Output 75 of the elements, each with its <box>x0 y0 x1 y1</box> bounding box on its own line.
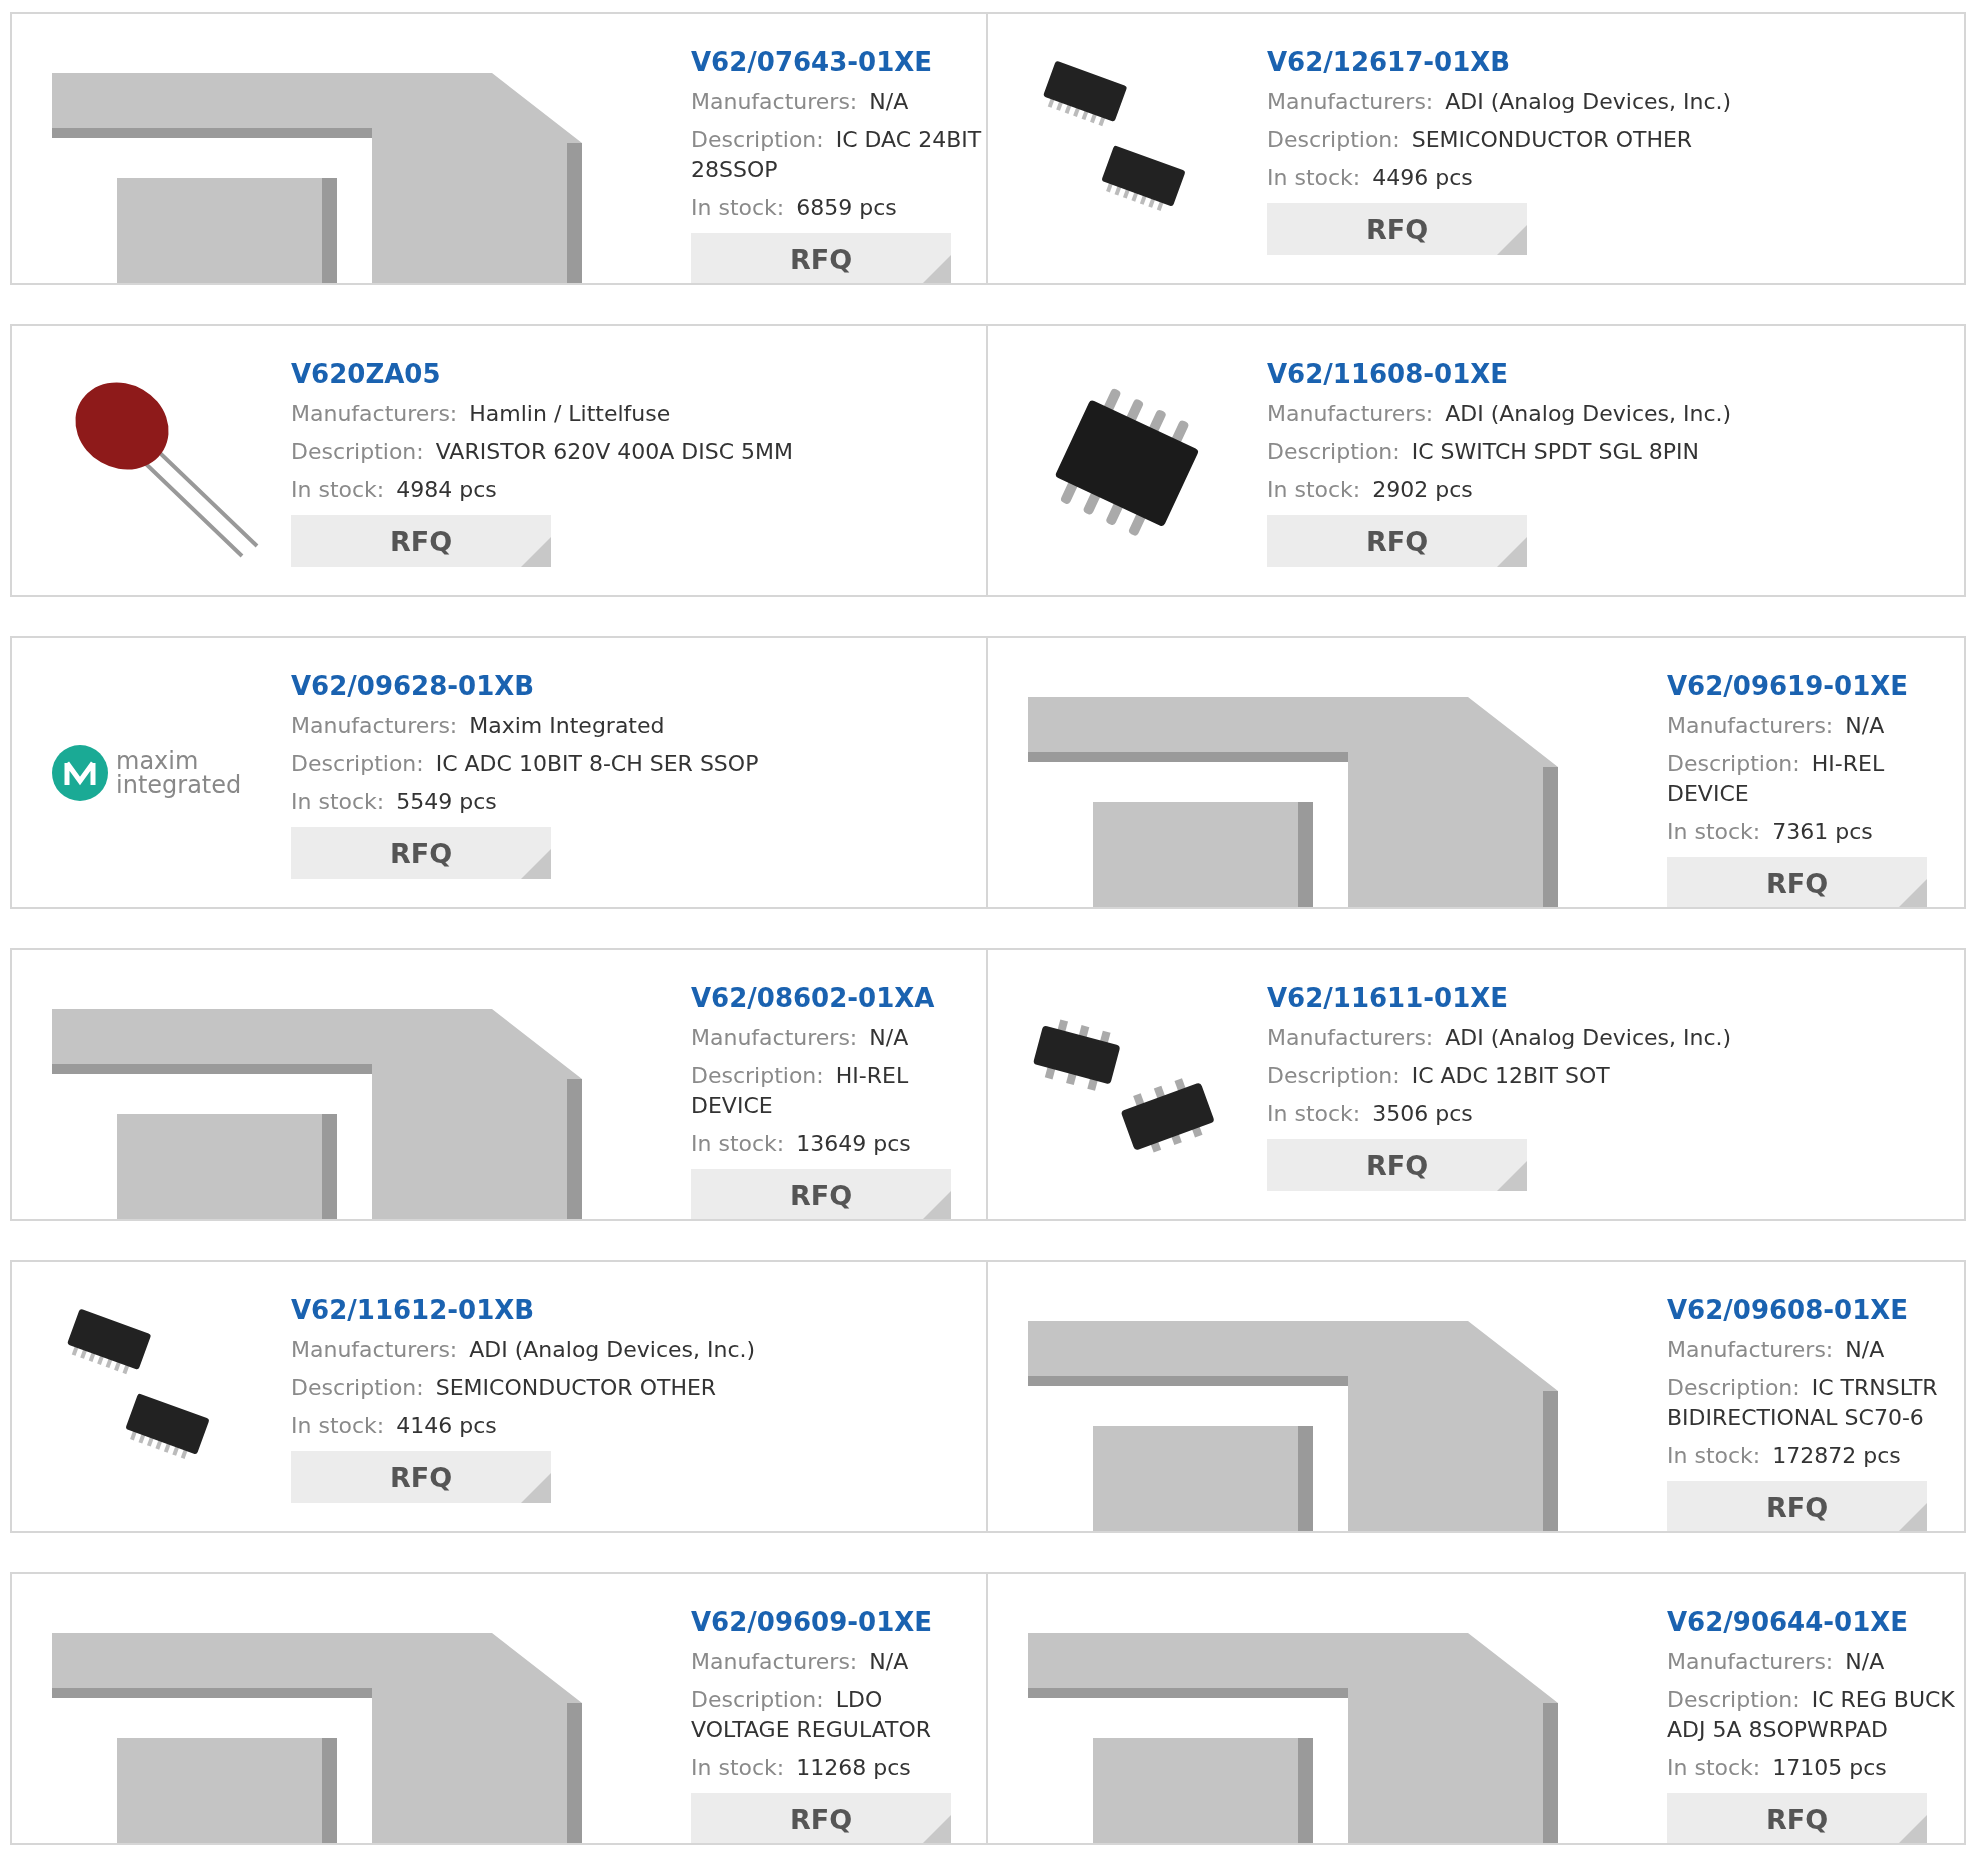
corner-triangle-icon <box>521 849 551 879</box>
part-number-link[interactable]: V62/08602-01XA <box>691 983 935 1013</box>
product-detail: Description: HI-REL DEVICE <box>1667 750 1886 808</box>
product-detail: Manufacturers: N/A <box>1667 1336 1886 1364</box>
product-detail: Description: IC ADC 12BIT SOT <box>1267 1062 1611 1090</box>
product-detail: Manufacturers: N/A <box>691 88 910 116</box>
rfq-button[interactable]: RFQ <box>1667 1481 1927 1531</box>
product-detail: Description: IC SWITCH SPDT SGL 8PIN <box>1267 438 1700 466</box>
product-detail: In stock: 4146 pcs <box>291 1412 498 1440</box>
rfq-button[interactable]: RFQ <box>691 1169 951 1219</box>
product-detail: In stock: 6859 pcs <box>691 194 898 222</box>
part-number-link[interactable]: V62/07643-01XE <box>691 47 933 77</box>
logo-text: integrated <box>116 772 242 797</box>
corner-triangle-icon <box>1897 1815 1927 1843</box>
rfq-button[interactable]: RFQ <box>691 233 951 283</box>
part-number-link[interactable]: V62/09609-01XE <box>691 1607 933 1637</box>
corner-triangle-icon <box>1897 1503 1927 1531</box>
product-detail: In stock: 4984 pcs <box>291 476 498 504</box>
product-detail: Description: LDO VOLTAGE REGULATOR <box>691 1686 933 1744</box>
part-number-link[interactable]: V62/11612-01XB <box>291 1295 535 1325</box>
rfq-button[interactable]: RFQ <box>291 1451 551 1503</box>
product-detail: In stock: 13649 pcs <box>691 1130 912 1158</box>
corner-triangle-icon <box>521 1473 551 1503</box>
product-detail: Description: VARISTOR 620V 400A DISC 5MM <box>291 438 794 466</box>
logo-icon <box>52 744 108 801</box>
rfq-button[interactable]: RFQ <box>1267 515 1527 567</box>
product-detail: Description: IC DAC 24BIT 28SSOP <box>691 126 983 184</box>
part-number-link[interactable]: V62/12617-01XB <box>1267 47 1511 77</box>
product-detail: Manufacturers: Maxim Integrated <box>291 712 666 740</box>
corner-triangle-icon <box>921 1815 951 1843</box>
corner-triangle-icon <box>1497 1161 1527 1191</box>
rfq-button[interactable]: RFQ <box>291 515 551 567</box>
product-detail: Manufacturers: ADI (Analog Devices, Inc.) <box>1267 88 1733 116</box>
product-detail: Manufacturers: N/A <box>1667 1648 1886 1676</box>
part-number-link[interactable]: V62/09628-01XB <box>291 671 535 701</box>
part-number-link[interactable]: V62/90644-01XE <box>1667 1607 1909 1637</box>
product-detail: Description: SEMICONDUCTOR OTHER <box>291 1374 718 1402</box>
rfq-button[interactable]: RFQ <box>1267 1139 1527 1191</box>
corner-triangle-icon <box>1897 879 1927 907</box>
product-detail: In stock: 3506 pcs <box>1267 1100 1474 1128</box>
product-detail: Description: IC REG BUCK ADJ 5A 8SOPWRPAD <box>1667 1686 1956 1744</box>
product-detail: Description: IC ADC 10BIT 8-CH SER SSOP <box>291 750 760 778</box>
part-number-link[interactable]: V62/11611-01XE <box>1267 983 1509 1013</box>
rfq-button[interactable]: RFQ <box>291 827 551 879</box>
part-number-link[interactable]: V62/11608-01XE <box>1267 359 1509 389</box>
product-detail: In stock: 17105 pcs <box>1667 1754 1888 1782</box>
corner-triangle-icon <box>1497 537 1527 567</box>
part-number-link[interactable]: V62/09608-01XE <box>1667 1295 1909 1325</box>
part-number-link[interactable]: V62/09619-01XE <box>1667 671 1909 701</box>
part-number-link[interactable]: V620ZA05 <box>291 359 441 389</box>
rfq-button[interactable]: RFQ <box>1667 1793 1927 1843</box>
product-detail: In stock: 7361 pcs <box>1667 818 1874 846</box>
logo-text: maxim <box>116 748 199 773</box>
product-detail: In stock: 11268 pcs <box>691 1754 912 1782</box>
product-detail: Description: SEMICONDUCTOR OTHER <box>1267 126 1694 154</box>
product-detail: Manufacturers: N/A <box>1667 712 1886 740</box>
product-detail: Manufacturers: N/A <box>691 1648 910 1676</box>
rfq-button[interactable]: RFQ <box>1667 857 1927 907</box>
product-detail: Manufacturers: ADI (Analog Devices, Inc.) <box>1267 400 1733 428</box>
product-detail: In stock: 4496 pcs <box>1267 164 1474 192</box>
product-detail: In stock: 172872 pcs <box>1667 1442 1902 1470</box>
corner-triangle-icon <box>521 537 551 567</box>
product-detail: In stock: 2902 pcs <box>1267 476 1474 504</box>
corner-triangle-icon <box>921 1191 951 1219</box>
product-detail: Description: HI-REL DEVICE <box>691 1062 910 1120</box>
product-detail: Manufacturers: N/A <box>691 1024 910 1052</box>
rfq-button[interactable]: RFQ <box>1267 203 1527 255</box>
product-detail: Description: IC TRNSLTR BIDIRECTIONAL SC70-6 <box>1667 1374 1939 1432</box>
rfq-button[interactable]: RFQ <box>691 1793 951 1843</box>
product-detail: In stock: 5549 pcs <box>291 788 498 816</box>
product-detail: Manufacturers: Hamlin / Littelfuse <box>291 400 672 428</box>
product-detail: Manufacturers: ADI (Analog Devices, Inc.) <box>291 1336 757 1364</box>
corner-triangle-icon <box>921 255 951 283</box>
corner-triangle-icon <box>1497 225 1527 255</box>
product-detail: Manufacturers: ADI (Analog Devices, Inc.) <box>1267 1024 1733 1052</box>
